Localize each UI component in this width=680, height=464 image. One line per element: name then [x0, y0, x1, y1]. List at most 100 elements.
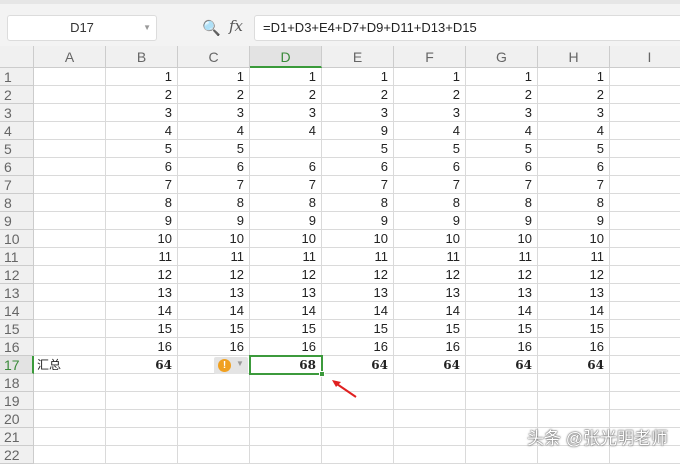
- cell-F2[interactable]: 2: [394, 86, 466, 104]
- cell-E22[interactable]: [322, 446, 394, 464]
- cell-I1[interactable]: [610, 68, 680, 86]
- cell-C3[interactable]: 3: [178, 104, 250, 122]
- row-header-14[interactable]: 14: [0, 302, 34, 320]
- cell-C21[interactable]: [178, 428, 250, 446]
- cell-F19[interactable]: [394, 392, 466, 410]
- row-header-21[interactable]: 21: [0, 428, 34, 446]
- cell-I7[interactable]: [610, 176, 680, 194]
- cell-G14[interactable]: 14: [466, 302, 538, 320]
- cell-E5[interactable]: 5: [322, 140, 394, 158]
- cell-D6[interactable]: 6: [250, 158, 322, 176]
- cell-C11[interactable]: 11: [178, 248, 250, 266]
- cell-D4[interactable]: 4: [250, 122, 322, 140]
- cell-A15[interactable]: [34, 320, 106, 338]
- cell-A1[interactable]: [34, 68, 106, 86]
- row-header-2[interactable]: 2: [0, 86, 34, 104]
- cell-A6[interactable]: [34, 158, 106, 176]
- cell-G8[interactable]: 8: [466, 194, 538, 212]
- cell-A19[interactable]: [34, 392, 106, 410]
- cell-D10[interactable]: 10: [250, 230, 322, 248]
- cell-E8[interactable]: 8: [322, 194, 394, 212]
- cell-H11[interactable]: 11: [538, 248, 610, 266]
- cell-I12[interactable]: [610, 266, 680, 284]
- cell-F3[interactable]: 3: [394, 104, 466, 122]
- cell-H2[interactable]: 2: [538, 86, 610, 104]
- cell-C20[interactable]: [178, 410, 250, 428]
- cell-H10[interactable]: 10: [538, 230, 610, 248]
- cell-B8[interactable]: 8: [106, 194, 178, 212]
- cell-E21[interactable]: [322, 428, 394, 446]
- cell-G13[interactable]: 13: [466, 284, 538, 302]
- cell-I11[interactable]: [610, 248, 680, 266]
- cell-C1[interactable]: 1: [178, 68, 250, 86]
- cell-E9[interactable]: 9: [322, 212, 394, 230]
- cell-D20[interactable]: [250, 410, 322, 428]
- cell-E20[interactable]: [322, 410, 394, 428]
- cell-G7[interactable]: 7: [466, 176, 538, 194]
- column-header-E[interactable]: E: [322, 46, 394, 68]
- cell-D3[interactable]: 3: [250, 104, 322, 122]
- cell-H6[interactable]: 6: [538, 158, 610, 176]
- row-header-17[interactable]: 17: [0, 356, 34, 374]
- cell-E2[interactable]: 2: [322, 86, 394, 104]
- cell-E11[interactable]: 11: [322, 248, 394, 266]
- row-header-19[interactable]: 19: [0, 392, 34, 410]
- cell-F9[interactable]: 9: [394, 212, 466, 230]
- cell-C9[interactable]: 9: [178, 212, 250, 230]
- cell-B2[interactable]: 2: [106, 86, 178, 104]
- cell-D22[interactable]: [250, 446, 322, 464]
- cell-B4[interactable]: 4: [106, 122, 178, 140]
- column-header-C[interactable]: C: [178, 46, 250, 68]
- cell-D11[interactable]: 11: [250, 248, 322, 266]
- fill-handle[interactable]: [319, 371, 325, 377]
- cell-I16[interactable]: [610, 338, 680, 356]
- row-header-1[interactable]: 1: [0, 68, 34, 86]
- name-box[interactable]: D17 ▼: [7, 15, 157, 41]
- cell-B12[interactable]: 12: [106, 266, 178, 284]
- cell-D7[interactable]: 7: [250, 176, 322, 194]
- cell-G17[interactable]: 64: [466, 356, 538, 374]
- row-header-5[interactable]: 5: [0, 140, 34, 158]
- cell-G9[interactable]: 9: [466, 212, 538, 230]
- cell-G5[interactable]: 5: [466, 140, 538, 158]
- row-header-18[interactable]: 18: [0, 374, 34, 392]
- column-header-D[interactable]: D: [250, 46, 322, 68]
- column-header-F[interactable]: F: [394, 46, 466, 68]
- cell-B11[interactable]: 11: [106, 248, 178, 266]
- cell-F13[interactable]: 13: [394, 284, 466, 302]
- cell-G19[interactable]: [466, 392, 538, 410]
- cell-D19[interactable]: [250, 392, 322, 410]
- cell-G16[interactable]: 16: [466, 338, 538, 356]
- cell-I19[interactable]: [610, 392, 680, 410]
- cell-B1[interactable]: 1: [106, 68, 178, 86]
- cell-G1[interactable]: 1: [466, 68, 538, 86]
- cell-B17[interactable]: 64: [106, 356, 178, 374]
- cell-H12[interactable]: 12: [538, 266, 610, 284]
- cell-B7[interactable]: 7: [106, 176, 178, 194]
- cell-F22[interactable]: [394, 446, 466, 464]
- cell-C6[interactable]: 6: [178, 158, 250, 176]
- cell-F20[interactable]: [394, 410, 466, 428]
- cell-D8[interactable]: 8: [250, 194, 322, 212]
- cell-A4[interactable]: [34, 122, 106, 140]
- column-header-B[interactable]: B: [106, 46, 178, 68]
- cell-A14[interactable]: [34, 302, 106, 320]
- cell-C13[interactable]: 13: [178, 284, 250, 302]
- cell-B18[interactable]: [106, 374, 178, 392]
- cell-F18[interactable]: [394, 374, 466, 392]
- cell-D21[interactable]: [250, 428, 322, 446]
- cell-I3[interactable]: [610, 104, 680, 122]
- cell-C4[interactable]: 4: [178, 122, 250, 140]
- cell-H9[interactable]: 9: [538, 212, 610, 230]
- cell-H15[interactable]: 15: [538, 320, 610, 338]
- cell-C18[interactable]: [178, 374, 250, 392]
- cell-I6[interactable]: [610, 158, 680, 176]
- cell-E3[interactable]: 3: [322, 104, 394, 122]
- cell-F11[interactable]: 11: [394, 248, 466, 266]
- cell-E14[interactable]: 14: [322, 302, 394, 320]
- cell-A8[interactable]: [34, 194, 106, 212]
- cell-F1[interactable]: 1: [394, 68, 466, 86]
- cell-I13[interactable]: [610, 284, 680, 302]
- cell-D2[interactable]: 2: [250, 86, 322, 104]
- cell-A10[interactable]: [34, 230, 106, 248]
